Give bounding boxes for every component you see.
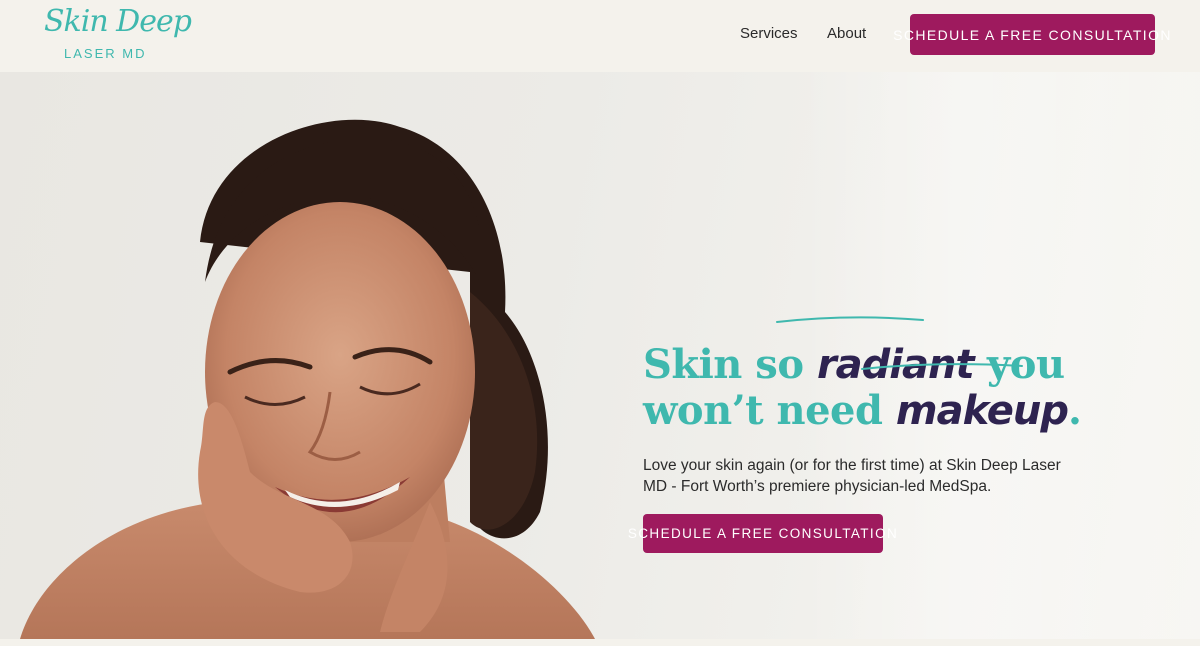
headline-period: . [1068,387,1082,434]
hero-headline: Skin so radiant you won’t need makeup. [643,341,1083,435]
logo-wordmark: Skin Deep [44,4,192,39]
headline-emphasis-radiant: radiant [816,342,975,388]
headline-emphasis-makeup: makeup [895,388,1069,434]
headline-part-3: won’t need [643,387,896,434]
page-bottom-strip [0,639,1200,646]
hero-section: Skin so radiant you won’t need makeup. L… [0,72,1200,639]
nav-link-about[interactable]: About [827,25,866,42]
site-header: Skin Deep LASER MD Services About SCHEDU… [0,0,1200,72]
brand-logo[interactable]: Skin Deep LASER MD [44,4,192,64]
hero-woman-portrait-image [20,119,595,639]
hero-subtext: Love your skin again (or for the first t… [643,457,1061,495]
header-schedule-consultation-button[interactable]: SCHEDULE A FREE CONSULTATION [893,14,1171,55]
nav-link-services[interactable]: Services [740,25,798,42]
headline-part-1: Skin so [643,341,817,388]
hero-schedule-consultation-button[interactable]: SCHEDULE A FREE CONSULTATION [628,514,897,553]
headline-part-2: you [973,341,1065,388]
logo-subtitle: LASER MD [64,46,147,61]
